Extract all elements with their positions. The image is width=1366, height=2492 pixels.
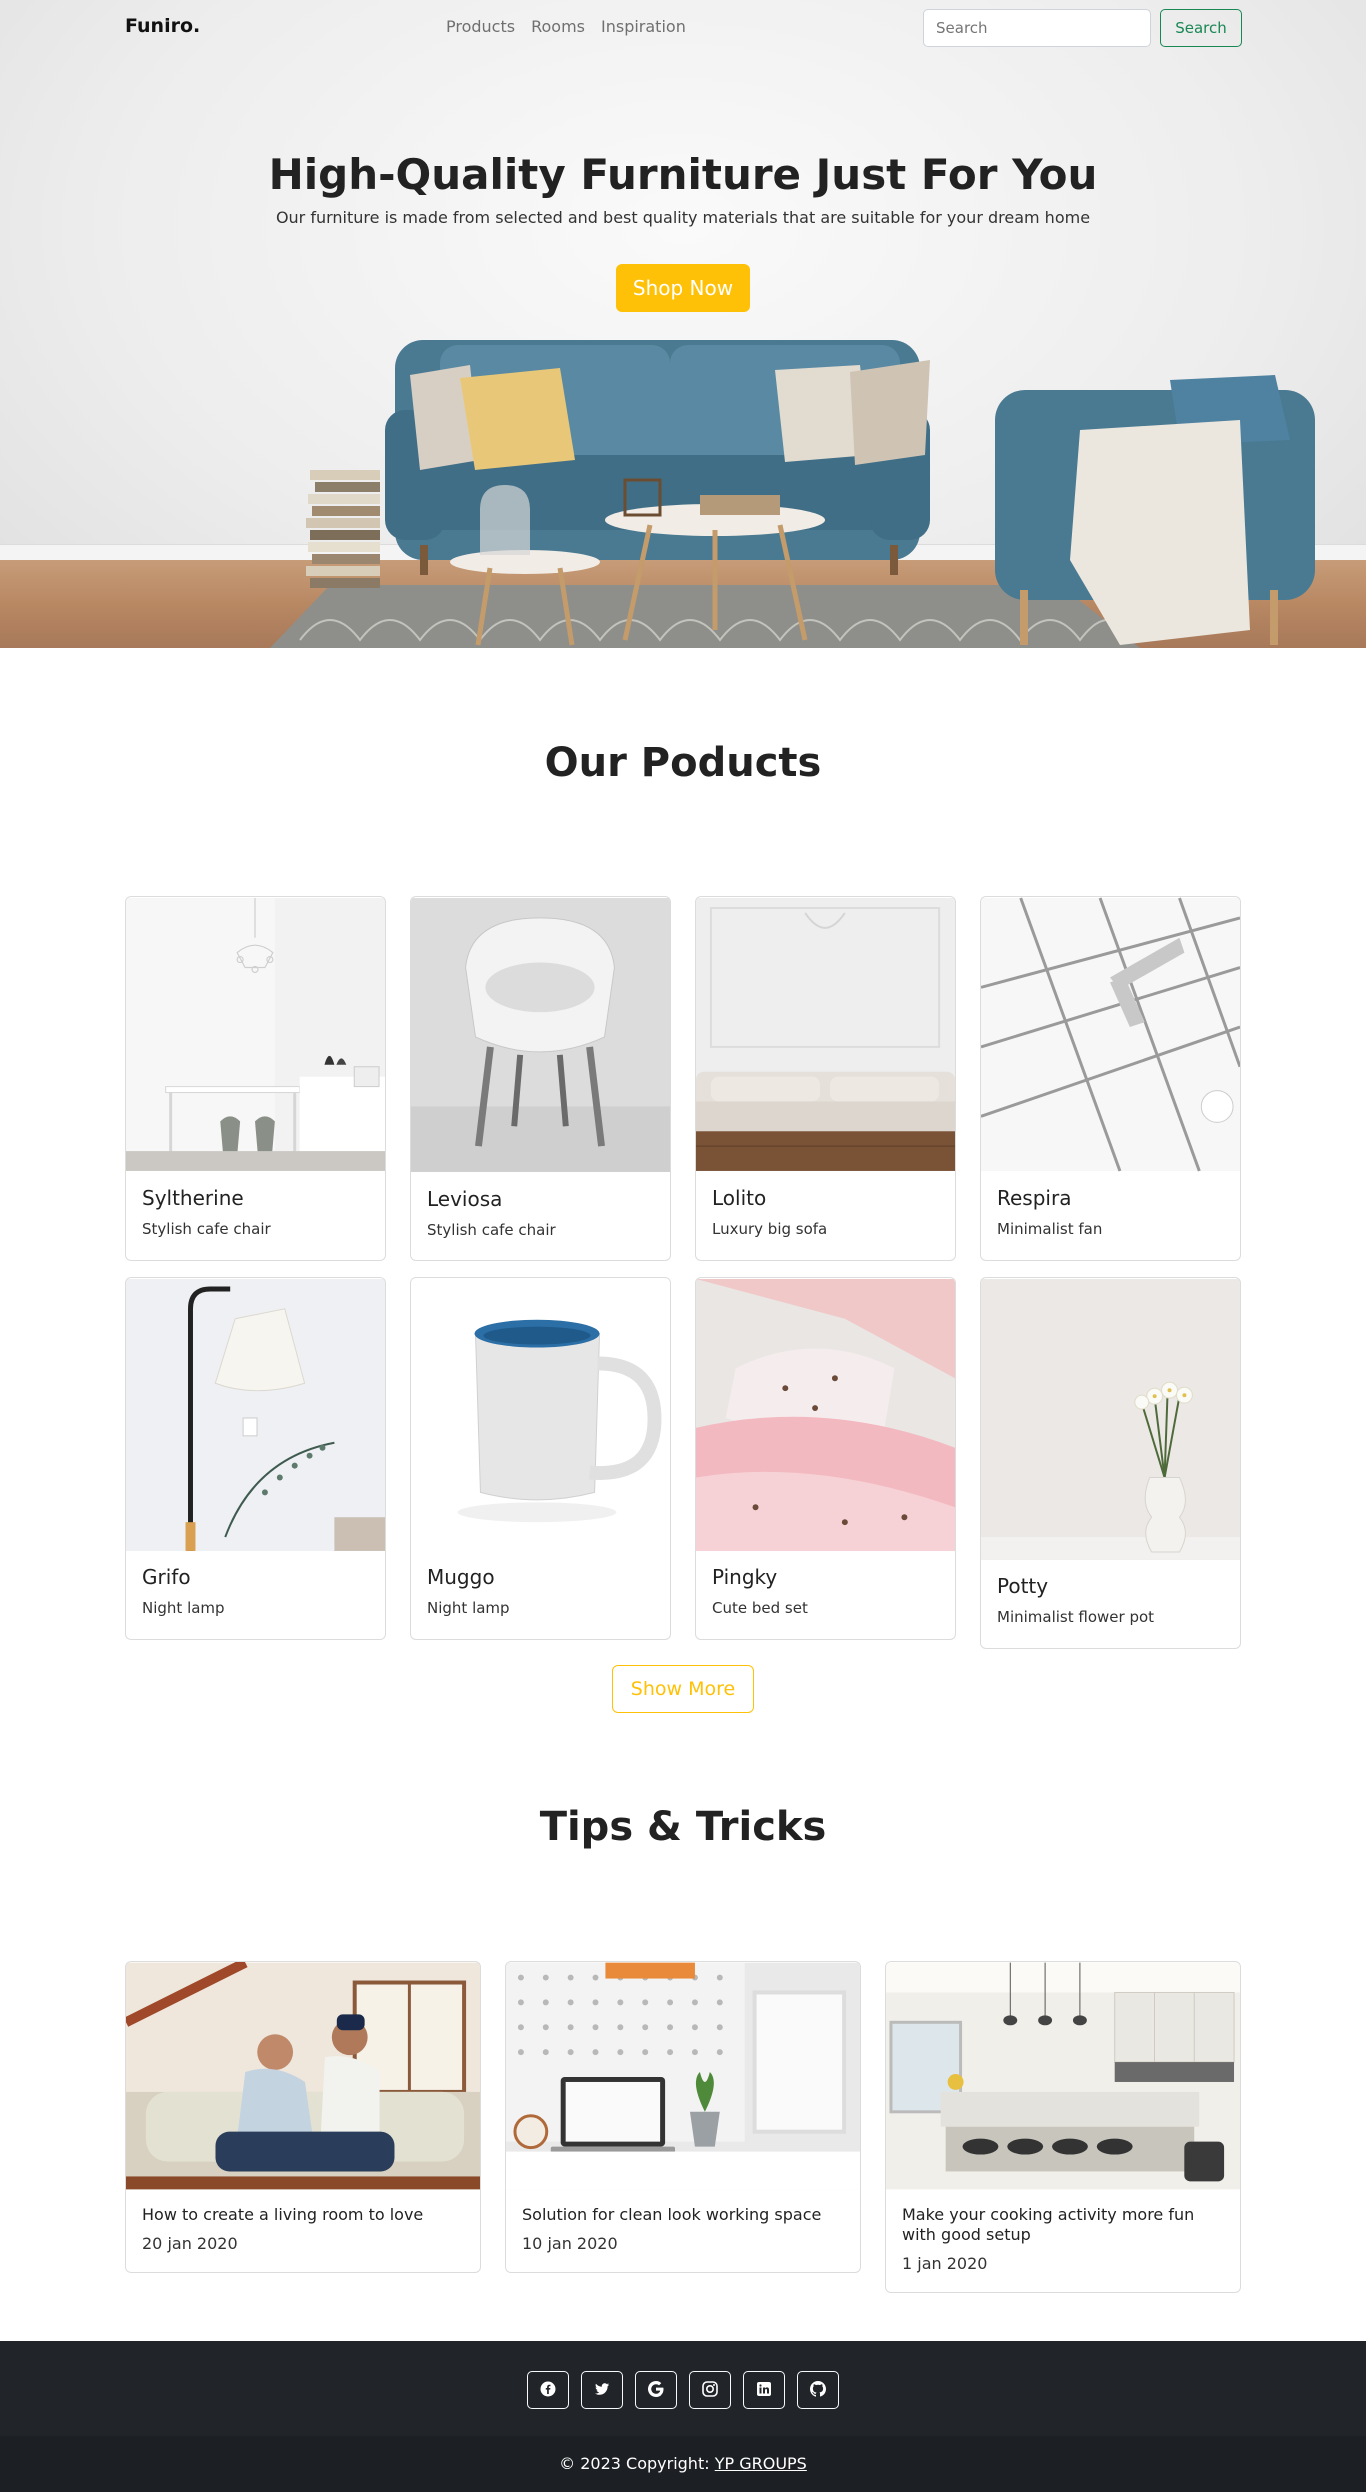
tip-image: [506, 1962, 860, 2190]
product-description: Night lamp: [427, 1599, 510, 1617]
tip-title: Solution for clean look working space: [522, 2205, 822, 2224]
product-description: Stylish cafe chair: [427, 1221, 556, 1239]
product-image: [411, 898, 670, 1172]
navbar: Funiro. Products Rooms Inspiration Searc…: [0, 0, 1366, 56]
facebook-button[interactable]: [527, 2371, 569, 2409]
product-card[interactable]: Respira Minimalist fan: [980, 896, 1241, 1261]
product-name: Leviosa: [427, 1187, 503, 1211]
product-card[interactable]: Grifo Night lamp: [125, 1277, 386, 1640]
product-image: [981, 897, 1240, 1172]
search-input[interactable]: [923, 9, 1151, 47]
product-description: Minimalist fan: [997, 1220, 1103, 1238]
tip-date: 1 jan 2020: [902, 2254, 988, 2273]
tip-date: 10 jan 2020: [522, 2234, 618, 2253]
product-card[interactable]: Lolito Luxury big sofa: [695, 896, 956, 1261]
hero-title: High-Quality Furniture Just For You: [268, 150, 1098, 199]
product-image: [126, 898, 385, 1171]
product-description: Night lamp: [142, 1599, 225, 1617]
copyright-bar: © 2023 Copyright: YP GROUPS: [0, 2436, 1366, 2492]
tip-image: [126, 1962, 480, 2190]
brand-logo[interactable]: Funiro.: [125, 15, 200, 37]
product-description: Cute bed set: [712, 1599, 808, 1617]
product-description: Stylish cafe chair: [142, 1220, 271, 1238]
product-name: Muggo: [427, 1565, 495, 1589]
nav-links: Products Rooms Inspiration: [446, 17, 686, 36]
product-description: Luxury big sofa: [712, 1220, 828, 1238]
search-button[interactable]: Search: [1160, 9, 1242, 47]
product-image: [411, 1279, 670, 1551]
twitter-icon: [594, 2381, 610, 2400]
products-section-title: Our Poducts: [544, 740, 822, 786]
product-card[interactable]: Syltherine Stylish cafe chair: [125, 896, 386, 1261]
product-image: [696, 1279, 955, 1551]
product-name: Respira: [997, 1186, 1072, 1210]
product-image: [696, 898, 955, 1171]
github-icon: [810, 2380, 826, 2400]
show-more-button[interactable]: Show More: [612, 1665, 754, 1713]
github-button[interactable]: [797, 2371, 839, 2409]
hero-living-room-image: [270, 340, 1315, 648]
tip-title: How to create a living room to love: [142, 2205, 424, 2224]
nav-link-products[interactable]: Products: [446, 17, 515, 36]
google-button[interactable]: [635, 2371, 677, 2409]
hero-section: [0, 0, 1366, 648]
footer: © 2023 Copyright: YP GROUPS: [0, 2341, 1366, 2492]
product-card[interactable]: Pingky Cute bed set: [695, 1277, 956, 1640]
tip-title: Make your cooking activity more fun with…: [902, 2205, 1195, 2244]
nav-link-inspiration[interactable]: Inspiration: [601, 17, 686, 36]
facebook-icon: [540, 2381, 556, 2400]
copyright-text: © 2023 Copyright:: [559, 2454, 710, 2473]
linkedin-icon: [756, 2381, 772, 2400]
tip-card[interactable]: How to create a living room to love 20 j…: [125, 1961, 481, 2273]
product-name: Grifo: [142, 1565, 191, 1589]
product-description: Minimalist flower pot: [997, 1608, 1155, 1626]
shop-now-button[interactable]: Shop Now: [616, 264, 750, 312]
product-name: Pingky: [712, 1565, 778, 1589]
tip-card[interactable]: Make your cooking activity more fun with…: [885, 1961, 1241, 2293]
product-name: Lolito: [712, 1186, 767, 1210]
product-card[interactable]: Leviosa Stylish cafe chair: [410, 896, 671, 1261]
product-image: [126, 1279, 385, 1551]
tip-date: 20 jan 2020: [142, 2234, 238, 2253]
twitter-button[interactable]: [581, 2371, 623, 2409]
product-image: [981, 1279, 1240, 1560]
company-link[interactable]: YP GROUPS: [715, 2454, 807, 2473]
product-card[interactable]: Muggo Night lamp: [410, 1277, 671, 1640]
instagram-button[interactable]: [689, 2371, 731, 2409]
google-icon: [648, 2380, 664, 2400]
hero-subtitle: Our furniture is made from selected and …: [275, 208, 1091, 227]
linkedin-button[interactable]: [743, 2371, 785, 2409]
product-card[interactable]: Potty Minimalist flower pot: [980, 1277, 1241, 1649]
tips-section-title: Tips & Tricks: [539, 1804, 827, 1850]
product-name: Syltherine: [142, 1186, 244, 1210]
product-name: Potty: [997, 1574, 1049, 1598]
social-links: [0, 2371, 1366, 2409]
tip-card[interactable]: Solution for clean look working space 10…: [505, 1961, 861, 2273]
nav-link-rooms[interactable]: Rooms: [531, 17, 585, 36]
tip-image: [886, 1962, 1240, 2190]
instagram-icon: [702, 2380, 718, 2400]
